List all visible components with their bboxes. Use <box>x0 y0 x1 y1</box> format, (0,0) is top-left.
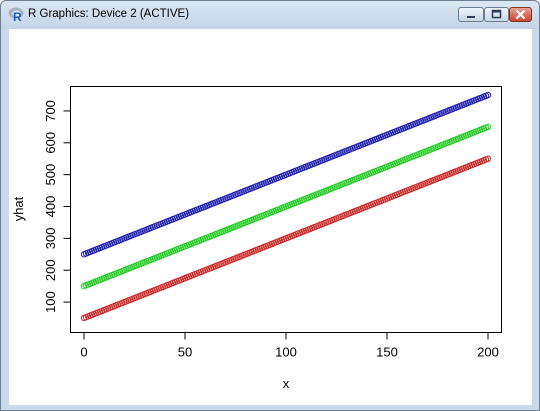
series-1 <box>80 91 492 258</box>
x-tick-label: 150 <box>376 345 398 360</box>
title-bar[interactable]: R R Graphics: Device 2 (ACTIVE) <box>1 1 539 29</box>
y-axis-label: yhat <box>11 196 26 221</box>
y-tick-label: 400 <box>43 196 58 218</box>
x-tick-label: 50 <box>178 345 192 360</box>
minimize-icon <box>467 16 475 18</box>
y-tick-label: 500 <box>43 164 58 186</box>
x-tick-label: 200 <box>477 345 499 360</box>
window-title: R Graphics: Device 2 (ACTIVE) <box>28 8 190 20</box>
x-tick-label: 100 <box>275 345 297 360</box>
y-tick-label: 200 <box>43 259 58 281</box>
x-axis-label: x <box>283 376 290 391</box>
svg-text:R: R <box>13 10 22 22</box>
series-3 <box>80 155 492 322</box>
x-axis: 0 50 100 150 200 <box>80 332 499 360</box>
minimize-button[interactable] <box>458 7 484 22</box>
y-tick-label: 700 <box>43 100 58 122</box>
plot-area: 0 50 100 150 200 100 200 300 400 500 600 700 x yha… <box>9 29 532 405</box>
r-graphics-window: R R Graphics: Device 2 (ACTIVE) 0 50 100 15… <box>0 0 540 411</box>
y-tick-label: 100 <box>43 291 58 313</box>
series-2 <box>80 123 492 290</box>
maximize-button[interactable] <box>484 7 509 22</box>
r-logo-icon: R <box>8 7 24 22</box>
close-button[interactable] <box>509 7 532 22</box>
y-tick-label: 300 <box>43 228 58 250</box>
scatter-plot: 0 50 100 150 200 100 200 300 400 500 600 700 x yha… <box>11 86 502 391</box>
maximize-icon <box>491 9 502 19</box>
points-layer <box>80 91 492 322</box>
y-tick-label: 600 <box>43 132 58 154</box>
y-axis: 100 200 300 400 500 600 700 <box>43 100 71 313</box>
close-icon <box>515 9 526 20</box>
x-tick-label: 0 <box>80 345 87 360</box>
